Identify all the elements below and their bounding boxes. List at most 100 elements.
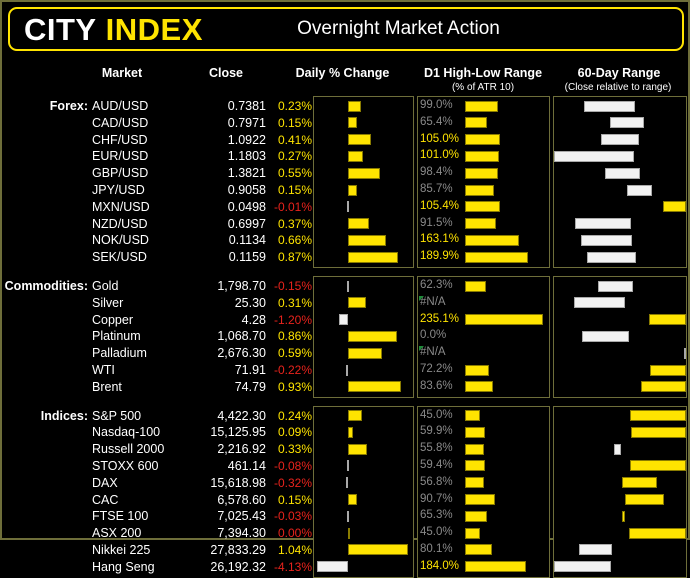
daily-change-bar: [348, 251, 398, 263]
cell-daily-change: 0.15%: [277, 115, 312, 130]
sixty-day-range-bar: [631, 426, 686, 438]
daily-change-bar: [348, 527, 350, 539]
daily-change-bar: [338, 314, 348, 326]
sixty-day-range-bar: [628, 527, 686, 539]
cell-daily-change: -0.22%: [273, 363, 312, 377]
d1-range-bar: [465, 510, 487, 522]
chart-d1-range-panel: 99.0% 65.4% 105.0% 101.0% 98.4% 85.7% 105.4% 91…: [417, 96, 550, 268]
cell-close-price: 7,394.30: [217, 526, 266, 541]
daily-change-bar: [348, 347, 382, 359]
cell-close-price: 1,798.70: [217, 279, 266, 293]
d1-range-label: 56.8%: [420, 475, 453, 488]
cell-close-price: 1,068.70: [217, 329, 266, 344]
daily-change-bar: [316, 561, 348, 573]
d1-range-bar: [465, 460, 485, 472]
d1-range-bar: [465, 117, 487, 129]
d1-range-bar: [465, 561, 527, 573]
cell-close-price: 0.9058: [227, 183, 266, 197]
cell-close-price: 4,422.30: [217, 408, 266, 423]
d1-range-label: 90.7%: [420, 492, 453, 505]
cell-close-price: 0.7381: [227, 99, 266, 113]
cell-daily-change: 0.93%: [277, 379, 312, 394]
d1-range-label: 65.3%: [420, 509, 453, 522]
cell-daily-change: 0.23%: [277, 99, 312, 113]
sixty-day-range-bar: [597, 280, 633, 292]
sixty-day-range-bar: [663, 201, 686, 213]
sixty-day-range-bar: [583, 100, 636, 112]
daily-change-bar: [345, 477, 348, 489]
d1-range-label: 80.1%: [420, 542, 453, 555]
d1-range-bar: [465, 280, 486, 292]
d1-range-label: 45.0%: [420, 408, 453, 421]
sixty-day-range-bar: [640, 381, 686, 393]
cell-daily-change: 0.87%: [277, 250, 312, 265]
d1-range-label: 59.4%: [420, 458, 453, 471]
d1-range-bar: [465, 218, 496, 230]
cell-daily-change: -0.03%: [273, 509, 312, 524]
d1-range-bar: [465, 150, 499, 162]
cell-daily-change: 0.27%: [277, 149, 312, 164]
cell-daily-change: 0.33%: [277, 442, 312, 457]
d1-range-label: 99.0%: [420, 99, 453, 111]
daily-change-bar: [346, 364, 349, 376]
d1-range-label: 184.0%: [420, 559, 460, 572]
d1-range-bar: [465, 477, 484, 489]
d1-range-bar: [465, 381, 493, 393]
cell-daily-change: 0.86%: [277, 329, 312, 344]
chart-60day-range-panel: [553, 405, 687, 578]
d1-range-label: 163.1%: [420, 233, 460, 246]
section-label: Forex:: [49, 99, 88, 113]
daily-change-bar: [348, 150, 364, 162]
sixty-day-range-bar: [574, 297, 626, 309]
cell-close-price: 25.30: [234, 295, 266, 310]
column-header-close: Close: [208, 66, 244, 80]
cell-close-price: 1.0922: [227, 132, 266, 147]
cell-daily-change: -0.32%: [273, 475, 312, 490]
sixty-day-range-bar: [614, 443, 621, 455]
daily-change-bar: [348, 117, 357, 129]
d1-range-label: 101.0%: [420, 149, 460, 162]
chart-60day-range-panel: [553, 96, 687, 268]
cell-close-price: 1.3821: [227, 166, 266, 181]
d1-range-label: 105.0%: [420, 132, 460, 145]
cell-close-price: 461.14: [227, 459, 266, 473]
daily-change-bar: [348, 544, 408, 556]
d1-range-bar: [465, 234, 520, 246]
sixty-day-range-bar: [575, 218, 632, 230]
d1-range-label: 105.4%: [420, 199, 460, 212]
cell-close-price: 1.1803: [227, 149, 266, 164]
sixty-day-range-bar: [649, 314, 686, 326]
d1-range-bar: [465, 443, 484, 455]
d1-range-bar: [465, 544, 492, 556]
cell-daily-change: 0.37%: [277, 216, 312, 231]
cell-close-price: 0.7971: [227, 115, 266, 130]
cell-daily-change: 0.59%: [277, 346, 312, 361]
cell-close-price: 27,833.29: [210, 543, 266, 557]
d1-range-label: 235.1%: [420, 312, 460, 325]
sixty-day-range-bar: [582, 330, 629, 342]
cell-daily-change: 0.15%: [277, 183, 312, 197]
section-label: Commodities:: [4, 279, 88, 293]
column-header-market: Market: [101, 66, 143, 80]
column-headers: Market Close Daily % Change D1 High-Low …: [2, 62, 690, 98]
d1-range-label: 65.4%: [420, 115, 453, 128]
column-header-daily-change: Daily % Change: [295, 66, 390, 80]
d1-range-bar: [465, 364, 490, 376]
na-marker-icon: [419, 346, 424, 352]
d1-range-label: 59.9%: [420, 425, 453, 438]
d1-range-label: 83.6%: [420, 379, 453, 392]
cell-daily-change: 0.09%: [277, 425, 312, 440]
cell-close-price: 7,025.43: [217, 509, 266, 524]
cell-close-price: 2,676.30: [217, 346, 266, 361]
d1-range-bar: [465, 426, 485, 438]
daily-change-bar: [348, 167, 380, 179]
daily-change-bar: [348, 410, 362, 422]
header-banner: CITY INDEX Overnight Market Action: [8, 7, 684, 51]
cell-daily-change: 0.55%: [277, 166, 312, 181]
sixty-day-range-bar: [625, 494, 664, 506]
sixty-day-range-bar: [554, 150, 635, 162]
cell-daily-change: 0.66%: [277, 233, 312, 248]
daily-change-bar: [348, 100, 362, 112]
daily-change-bar: [348, 494, 357, 506]
cell-daily-change: 0.15%: [277, 492, 312, 507]
